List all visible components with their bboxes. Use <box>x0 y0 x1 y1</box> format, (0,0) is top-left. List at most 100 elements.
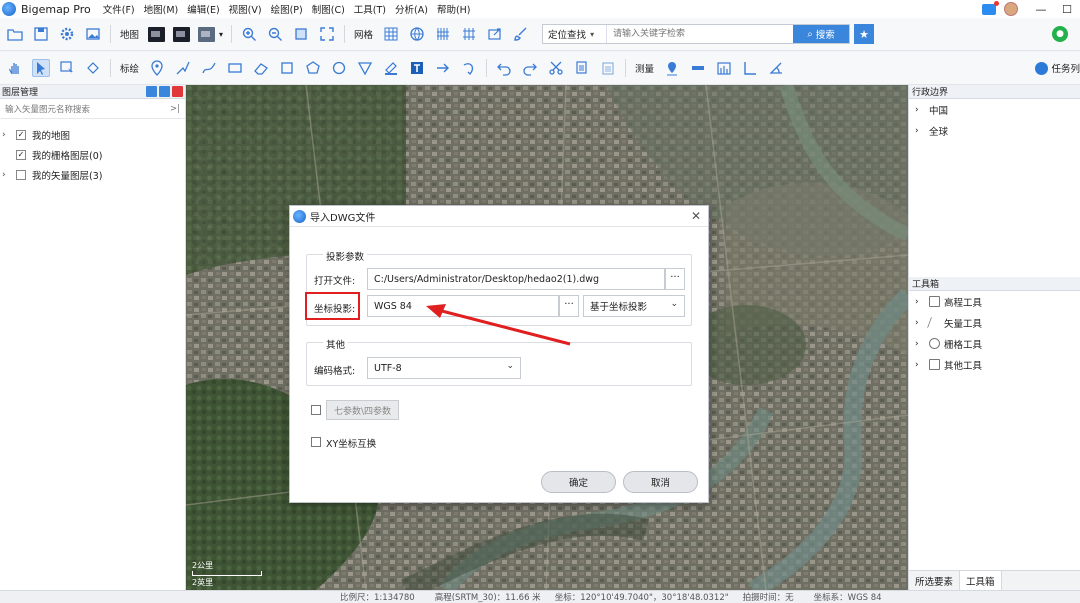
copy-icon[interactable] <box>573 59 591 77</box>
text-tool-icon[interactable] <box>408 59 426 77</box>
admin-item-global[interactable]: › 全球 <box>909 120 1080 141</box>
toolbox-item-raster[interactable]: › 栅格工具 <box>909 333 1080 354</box>
layer-tree-item[interactable]: › 我的矢量图层(3) <box>0 165 185 185</box>
menu-file[interactable]: 文件(F) <box>103 2 135 16</box>
search-input[interactable] <box>607 25 794 43</box>
browse-file-button[interactable]: ··· <box>665 268 685 290</box>
close-icon[interactable] <box>172 86 183 97</box>
plot-label[interactable]: 标绘 <box>120 61 139 75</box>
curved-arrow-icon[interactable] <box>460 59 478 77</box>
image-icon[interactable] <box>84 25 102 43</box>
triangle-icon[interactable] <box>356 59 374 77</box>
layer-tree-item[interactable]: ✓ 我的栅格图层(0) <box>0 145 185 165</box>
layer-search-field[interactable]: 输入矢量图元名称搜索 >| <box>0 99 185 119</box>
arrow-tool-icon[interactable] <box>434 59 452 77</box>
multi-select-icon[interactable] <box>84 59 102 77</box>
paste-icon[interactable] <box>599 59 617 77</box>
marker-icon[interactable] <box>148 59 166 77</box>
measure-point-icon[interactable] <box>663 59 681 77</box>
refresh-icon[interactable] <box>159 86 170 97</box>
brush-icon[interactable] <box>512 25 530 43</box>
toolbox-item-elevation[interactable]: › 高程工具 <box>909 291 1080 312</box>
undo-icon[interactable] <box>495 59 513 77</box>
zoom-extent-icon[interactable] <box>292 25 310 43</box>
measure-distance-icon[interactable] <box>689 59 707 77</box>
menu-tools[interactable]: 工具(T) <box>354 2 386 16</box>
layer-checkbox[interactable] <box>16 170 26 180</box>
pan-hand-icon[interactable] <box>6 59 24 77</box>
avatar[interactable] <box>1004 2 1018 16</box>
xy-swap-checkbox[interactable] <box>311 437 321 447</box>
expand-arrow-icon[interactable]: › <box>915 297 929 307</box>
curve-icon[interactable] <box>200 59 218 77</box>
admin-item-china[interactable]: › 中国 <box>909 99 1080 120</box>
box-select-icon[interactable] <box>58 59 76 77</box>
search-icon[interactable] <box>146 86 157 97</box>
menu-view[interactable]: 视图(V) <box>229 2 262 16</box>
open-folder-icon[interactable] <box>6 25 24 43</box>
expand-arrow-icon[interactable]: › <box>2 130 16 140</box>
export-icon[interactable] <box>486 25 504 43</box>
select-arrow-icon[interactable] <box>32 59 50 77</box>
save-icon[interactable] <box>32 25 50 43</box>
utm-grid-icon[interactable] <box>460 25 478 43</box>
menu-help[interactable]: 帮助(H) <box>437 2 471 16</box>
seven-param-checkbox[interactable] <box>311 405 321 415</box>
fullscreen-icon[interactable] <box>318 25 336 43</box>
layer-tree-item[interactable]: › ✓ 我的地图 <box>0 125 185 145</box>
wechat-icon[interactable]: ● <box>1052 26 1068 42</box>
rectangle-icon[interactable] <box>226 59 244 77</box>
crs-mode-select[interactable]: 基于坐标投影 ⌄ <box>583 295 685 317</box>
circle-icon[interactable] <box>330 59 348 77</box>
latlon-grid-icon[interactable] <box>434 25 452 43</box>
measure-angle-icon[interactable] <box>741 59 759 77</box>
menu-analysis[interactable]: 分析(A) <box>395 2 428 16</box>
zoom-out-icon[interactable] <box>266 25 284 43</box>
measure-area-icon[interactable] <box>715 59 733 77</box>
expand-arrow-icon[interactable]: › <box>915 126 929 136</box>
file-path-field[interactable]: C:/Users/Administrator/Desktop/hedao2(1)… <box>367 268 665 290</box>
menu-map[interactable]: 地图(M) <box>144 2 179 16</box>
fill-tool-icon[interactable] <box>382 59 400 77</box>
layer-checkbox[interactable]: ✓ <box>16 150 26 160</box>
cut-icon[interactable] <box>547 59 565 77</box>
favorite-button[interactable]: ★ <box>854 24 875 44</box>
toolbox-item-vector[interactable]: › 矢量工具 <box>909 312 1080 333</box>
grid-label[interactable]: 网格 <box>354 27 373 41</box>
menu-edit[interactable]: 编辑(E) <box>187 2 219 16</box>
measure-label[interactable]: 测量 <box>635 61 654 75</box>
redo-icon[interactable] <box>521 59 539 77</box>
toolbox-item-other[interactable]: › 其他工具 <box>909 354 1080 375</box>
minimize-button[interactable]: — <box>1028 3 1054 16</box>
seven-param-button[interactable]: 七参数\四参数 <box>326 400 399 420</box>
cancel-button[interactable]: 取消 <box>623 471 698 493</box>
angle-icon[interactable] <box>767 59 785 77</box>
expand-arrow-icon[interactable]: › <box>915 339 929 349</box>
satellite-map-icon[interactable] <box>173 26 191 42</box>
map-label[interactable]: 地图 <box>120 27 139 41</box>
zoom-in-icon[interactable] <box>240 25 258 43</box>
tab-toolbox[interactable]: 工具箱 <box>960 571 1002 591</box>
menu-draw[interactable]: 绘图(P) <box>271 2 303 16</box>
settings-icon[interactable] <box>58 25 76 43</box>
layer-checkbox[interactable]: ✓ <box>16 130 26 140</box>
encoding-select[interactable]: UTF-8 ⌄ <box>367 357 521 379</box>
search-mode-select[interactable]: 定位查找 <box>543 25 608 43</box>
message-icon[interactable] <box>982 0 999 15</box>
polyline-icon[interactable] <box>174 59 192 77</box>
expand-arrow-icon[interactable]: › <box>915 105 929 115</box>
square-icon[interactable] <box>278 59 296 77</box>
layer-map-icon[interactable] <box>198 26 216 42</box>
globe-grid-icon[interactable] <box>408 25 426 43</box>
expand-arrow-icon[interactable]: › <box>2 170 16 180</box>
tab-selected-features[interactable]: 所选要素 <box>909 571 961 591</box>
eraser-icon[interactable] <box>252 59 270 77</box>
grid-icon[interactable] <box>382 25 400 43</box>
maximize-button[interactable]: ☐ <box>1054 3 1080 16</box>
map-source-icon[interactable] <box>148 26 166 42</box>
menu-cartography[interactable]: 制图(C) <box>312 2 345 16</box>
polygon-icon[interactable] <box>304 59 322 77</box>
chevron-down-icon[interactable]: ▾ <box>219 30 223 39</box>
expand-arrow-icon[interactable]: › <box>915 360 929 370</box>
search-button[interactable]: ⌕ 搜索 <box>793 25 850 43</box>
